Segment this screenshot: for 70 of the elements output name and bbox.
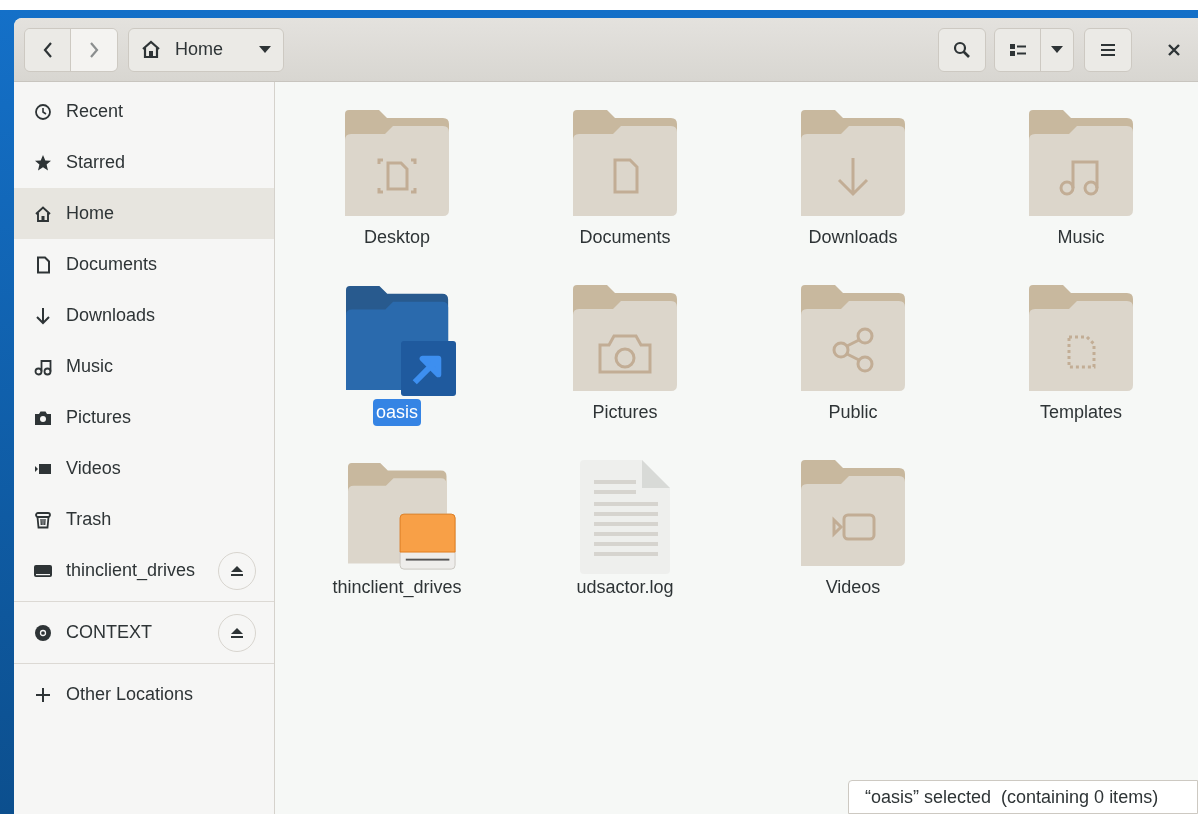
sidebar-item[interactable]: Videos <box>14 443 274 494</box>
menu-icon <box>1101 43 1115 56</box>
back-button[interactable] <box>25 28 71 71</box>
caret-icon <box>259 46 271 53</box>
search-button[interactable] <box>938 27 986 72</box>
star-icon <box>34 153 52 172</box>
status-bar: “oasis” selected (containing 0 items) <box>848 780 1198 814</box>
sidebar-item-label: Documents <box>66 253 159 276</box>
sidebar-item[interactable]: Downloads <box>14 290 274 341</box>
file-name[interactable]: Music <box>1054 224 1108 251</box>
home-icon <box>34 204 52 223</box>
sidebar-item-label: Trash <box>66 508 113 531</box>
template-folder-icon <box>1029 285 1133 391</box>
download-icon <box>34 306 52 325</box>
home-icon <box>141 40 161 59</box>
share-folder-icon <box>801 285 905 391</box>
sidebar-item-label: Downloads <box>66 304 157 327</box>
eject-icon <box>231 565 243 576</box>
shortcut-folder-icon <box>346 285 456 397</box>
text-file-icon <box>580 460 670 574</box>
document-icon <box>34 255 52 274</box>
sidebar-item[interactable]: Recent <box>14 86 274 137</box>
sidebar-item-label: Other Locations <box>66 683 195 706</box>
music-note-icon <box>34 357 52 376</box>
sidebar-item[interactable]: Pictures <box>14 392 274 443</box>
sidebar-item[interactable]: Home <box>14 188 274 239</box>
sidebar-item-label: Home <box>66 202 115 225</box>
sidebar-item[interactable]: Documents <box>14 239 274 290</box>
sidebar-item-label: Music <box>66 355 114 378</box>
sidebar-item[interactable]: Other Locations <box>14 669 274 720</box>
documents-folder-icon <box>573 110 677 216</box>
sidebar-item[interactable]: thinclient_drives <box>14 545 274 596</box>
close-icon <box>1168 43 1180 56</box>
file-name[interactable]: Public <box>825 399 881 426</box>
sidebar-item[interactable]: Music <box>14 341 274 392</box>
back-icon <box>41 41 54 58</box>
file-name[interactable]: udsactor.log <box>573 574 677 601</box>
menu-button[interactable] <box>1084 27 1132 72</box>
sidebar-item-label: Videos <box>66 457 122 480</box>
sidebar-item-label: Recent <box>66 100 125 123</box>
downloads-folder-icon <box>801 110 905 216</box>
sidebar-item-label: Starred <box>66 151 127 174</box>
caret-icon <box>1051 46 1063 53</box>
music-folder-icon <box>1029 110 1133 216</box>
sidebar-item-label: CONTEXT <box>66 621 153 644</box>
sidebar-item-label: Pictures <box>66 406 133 429</box>
trash-icon <box>34 510 52 529</box>
clock-icon <box>34 102 52 121</box>
sidebar-item[interactable]: Starred <box>14 137 274 188</box>
sidebar-item[interactable]: Trash <box>14 494 274 545</box>
desktop-folder-icon <box>345 110 449 216</box>
disc-icon <box>34 623 52 642</box>
file-name[interactable]: thinclient_drives <box>329 574 465 601</box>
plus-icon <box>34 685 52 704</box>
file-name[interactable]: Documents <box>576 224 674 251</box>
file-name[interactable]: Videos <box>822 574 884 601</box>
eject-icon <box>231 627 243 638</box>
list-view-icon <box>1009 42 1026 57</box>
search-icon <box>953 40 971 59</box>
video-folder-icon <box>801 460 905 566</box>
sidebar-item-label: thinclient_drives <box>66 559 197 583</box>
file-name[interactable]: Pictures <box>589 399 661 426</box>
camera-folder-icon <box>573 285 677 391</box>
file-name[interactable]: oasis <box>373 399 421 426</box>
forward-icon <box>88 41 100 58</box>
sidebar-item[interactable]: CONTEXT <box>14 607 274 658</box>
file-name[interactable]: Downloads <box>805 224 901 251</box>
file-name[interactable]: Desktop <box>360 224 433 251</box>
file-name[interactable]: Templates <box>1036 399 1125 426</box>
path-bar-button[interactable]: Home <box>128 27 284 72</box>
